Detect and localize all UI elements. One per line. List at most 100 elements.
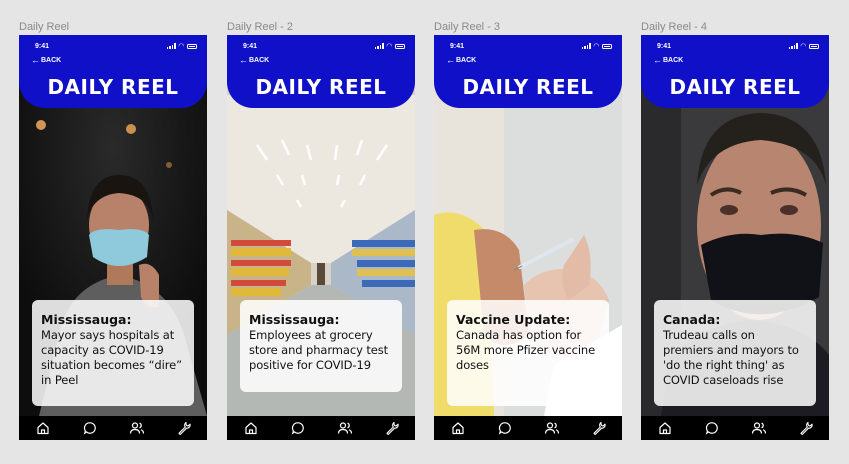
headline-card[interactable]: Vaccine Update: Canada has option for 56… (447, 300, 609, 406)
app-header: 9:41 ◠ ← BACK DAILY REEL (227, 35, 415, 108)
wrench-icon (385, 421, 399, 435)
tab-tools[interactable] (796, 418, 816, 438)
people-icon (751, 422, 766, 434)
tab-tools[interactable] (382, 418, 402, 438)
artboard-label: Daily Reel - 4 (641, 21, 708, 33)
back-arrow-icon: ← (446, 55, 455, 65)
wifi-icon: ◠ (593, 42, 599, 50)
app-title: DAILY REEL (255, 75, 387, 99)
headline-body: Employees at grocery store and pharmacy … (249, 328, 389, 372)
back-button[interactable]: ← BACK (653, 55, 684, 65)
chat-icon (705, 422, 718, 435)
status-bar: 9:41 ◠ (657, 41, 819, 51)
bottom-tab-bar (641, 416, 829, 440)
wrench-icon (592, 421, 606, 435)
status-bar: 9:41 ◠ (243, 41, 405, 51)
back-arrow-icon: ← (31, 55, 40, 65)
tab-home[interactable] (448, 418, 468, 438)
tab-chat[interactable] (702, 418, 722, 438)
tab-home[interactable] (655, 418, 675, 438)
artboard-2: Daily Reel - 2 9:41 ◠ ← BACK DAILY REEL … (227, 20, 415, 440)
wrench-icon (799, 421, 813, 435)
app-title: DAILY REEL (462, 75, 594, 99)
phone-screen: 9:41 ◠ ← BACK DAILY REEL Mississauga: Ma… (19, 35, 207, 440)
tab-chat[interactable] (80, 418, 100, 438)
battery-icon (187, 43, 197, 49)
back-button[interactable]: ← BACK (31, 55, 62, 65)
page-indicator-dot (571, 374, 585, 388)
bottom-tab-bar (227, 416, 415, 440)
wifi-icon: ◠ (386, 42, 392, 50)
back-button[interactable]: ← BACK (446, 55, 477, 65)
wrench-icon (177, 421, 191, 435)
artboard-label: Daily Reel - 3 (434, 21, 501, 33)
tab-people[interactable] (335, 418, 355, 438)
wifi-icon: ◠ (800, 42, 806, 50)
cellular-signal-icon (581, 43, 591, 49)
back-label: BACK (249, 57, 270, 64)
tab-chat[interactable] (495, 418, 515, 438)
phone-screen: 9:41 ◠ ← BACK DAILY REEL Mississauga: Em… (227, 35, 415, 440)
tab-people[interactable] (127, 418, 147, 438)
artboard-1: Daily Reel 9:41 ◠ ← BACK DAILY REEL Miss… (19, 20, 207, 440)
back-arrow-icon: ← (653, 55, 662, 65)
headline-card[interactable]: Mississauga: Mayor says hospitals at cap… (32, 300, 194, 406)
people-icon (129, 422, 144, 434)
headline-kicker: Vaccine Update: (456, 312, 571, 327)
battery-icon (809, 43, 819, 49)
headline-body: Trudeau calls on premiers and mayors to … (663, 328, 799, 387)
headline-kicker: Canada: (663, 312, 721, 327)
bottom-tab-bar (19, 416, 207, 440)
battery-icon (602, 43, 612, 49)
app-title: DAILY REEL (669, 75, 801, 99)
headline-body: Canada has option for 56M more Pfizer va… (456, 328, 596, 372)
home-icon (658, 422, 671, 435)
tab-home[interactable] (241, 418, 261, 438)
cellular-signal-icon (788, 43, 798, 49)
wifi-icon: ◠ (178, 42, 184, 50)
back-button[interactable]: ← BACK (239, 55, 270, 65)
back-label: BACK (663, 57, 684, 64)
artboard-4: Daily Reel - 4 9:41 ◠ ← BACK DAILY REEL … (641, 20, 829, 440)
app-title: DAILY REEL (47, 75, 179, 99)
back-arrow-icon: ← (239, 55, 248, 65)
tab-home[interactable] (33, 418, 53, 438)
headline-card[interactable]: Canada: Trudeau calls on premiers and ma… (654, 300, 816, 406)
people-icon (544, 422, 559, 434)
home-icon (451, 422, 464, 435)
status-bar: 9:41 ◠ (450, 41, 612, 51)
headline-card[interactable]: Mississauga: Employees at grocery store … (240, 300, 402, 392)
headline-kicker: Mississauga: (249, 312, 340, 327)
artboard-label: Daily Reel - 2 (227, 21, 294, 33)
app-header: 9:41 ◠ ← BACK DAILY REEL (19, 35, 207, 108)
back-label: BACK (456, 57, 477, 64)
status-time: 9:41 (243, 42, 258, 50)
status-bar: 9:41 ◠ (35, 41, 197, 51)
home-icon (244, 422, 257, 435)
back-label: BACK (41, 57, 62, 64)
artboard-3: Daily Reel - 3 9:41 ◠ ← BACK DAILY REEL … (434, 20, 622, 440)
chat-icon (291, 422, 304, 435)
people-icon (337, 422, 352, 434)
chat-icon (498, 422, 511, 435)
phone-screen: 9:41 ◠ ← BACK DAILY REEL Vaccine Update:… (434, 35, 622, 440)
chat-icon (83, 422, 96, 435)
cellular-signal-icon (374, 43, 384, 49)
headline-body: Mayor says hospitals at capacity as COVI… (41, 328, 182, 387)
status-time: 9:41 (657, 42, 672, 50)
tab-chat[interactable] (288, 418, 308, 438)
tab-people[interactable] (749, 418, 769, 438)
headline-kicker: Mississauga: (41, 312, 132, 327)
tab-people[interactable] (542, 418, 562, 438)
tab-tools[interactable] (589, 418, 609, 438)
battery-icon (395, 43, 405, 49)
status-time: 9:41 (35, 42, 50, 50)
phone-screen: 9:41 ◠ ← BACK DAILY REEL Canada: Trudeau… (641, 35, 829, 440)
app-header: 9:41 ◠ ← BACK DAILY REEL (641, 35, 829, 108)
home-icon (36, 422, 49, 435)
bottom-tab-bar (434, 416, 622, 440)
tab-tools[interactable] (174, 418, 194, 438)
cellular-signal-icon (166, 43, 176, 49)
app-header: 9:41 ◠ ← BACK DAILY REEL (434, 35, 622, 108)
artboard-label: Daily Reel (19, 21, 70, 33)
